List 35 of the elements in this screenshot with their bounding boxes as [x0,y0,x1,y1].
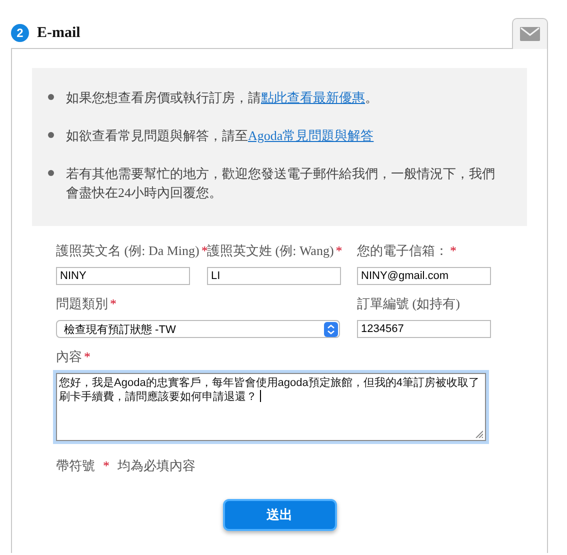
email-tab[interactable] [512,18,548,49]
message-textarea[interactable]: 您好，我是Agoda的忠實客戶，每年皆會使用agoda預定旅館，但我的4筆訂房被收取了刷卡手續費，請問應該要如何申請退還？ [56,373,486,441]
field-label: 您的電子信箱： [357,243,448,258]
field-label: 問題類別 [56,296,108,311]
field-label: 護照英文姓 (例: Wang) [207,243,334,258]
required-mark: * [450,243,456,258]
input-field[interactable]: NINY@gmail.com [357,267,491,285]
required-mark: * [103,458,110,473]
info-text: 若有其他需要幫忙的地方，歡迎您發送電子郵件給我們，一般情況下，我們會盡快在24小時內回覆您。 [66,165,496,202]
section-title: E-mail [37,24,80,42]
field-label: 護照英文名 (例: Da Ming) [56,243,200,258]
input-field[interactable]: LI [207,267,341,285]
step-number-badge: 2 [11,24,29,42]
info-text: 如果您想查看房價或執行訂房，請點此查看最新優惠。 [66,89,378,107]
help-link[interactable]: Agoda常見問題與解答 [248,128,374,143]
bullet-icon [48,94,54,100]
submit-button[interactable]: 送出 [222,499,336,531]
required-mark: * [336,243,342,258]
field-label: 訂單編號 (如持有) [357,296,460,311]
info-text: 如欲查看常見問題與解答，請至Agoda常見問題與解答 [66,127,374,145]
category-dropdown[interactable]: 檢查現有預訂狀態 -TW [56,320,340,338]
input-field[interactable]: NINY [56,267,190,285]
envelope-icon [520,27,540,41]
required-mark: * [84,349,90,364]
help-link[interactable]: 點此查看最新優惠 [261,90,365,105]
bullet-icon [48,132,54,138]
resize-grip-icon [475,430,483,438]
required-mark: * [201,243,208,258]
input-field[interactable]: 1234567 [357,320,491,338]
bullet-icon [48,170,54,176]
note-text: 帶符號 [56,458,95,473]
dropdown-arrows-icon [324,322,338,336]
field-label: 內容 [56,349,82,364]
note-text: 均為必填內容 [118,458,196,473]
required-mark: * [110,296,116,311]
